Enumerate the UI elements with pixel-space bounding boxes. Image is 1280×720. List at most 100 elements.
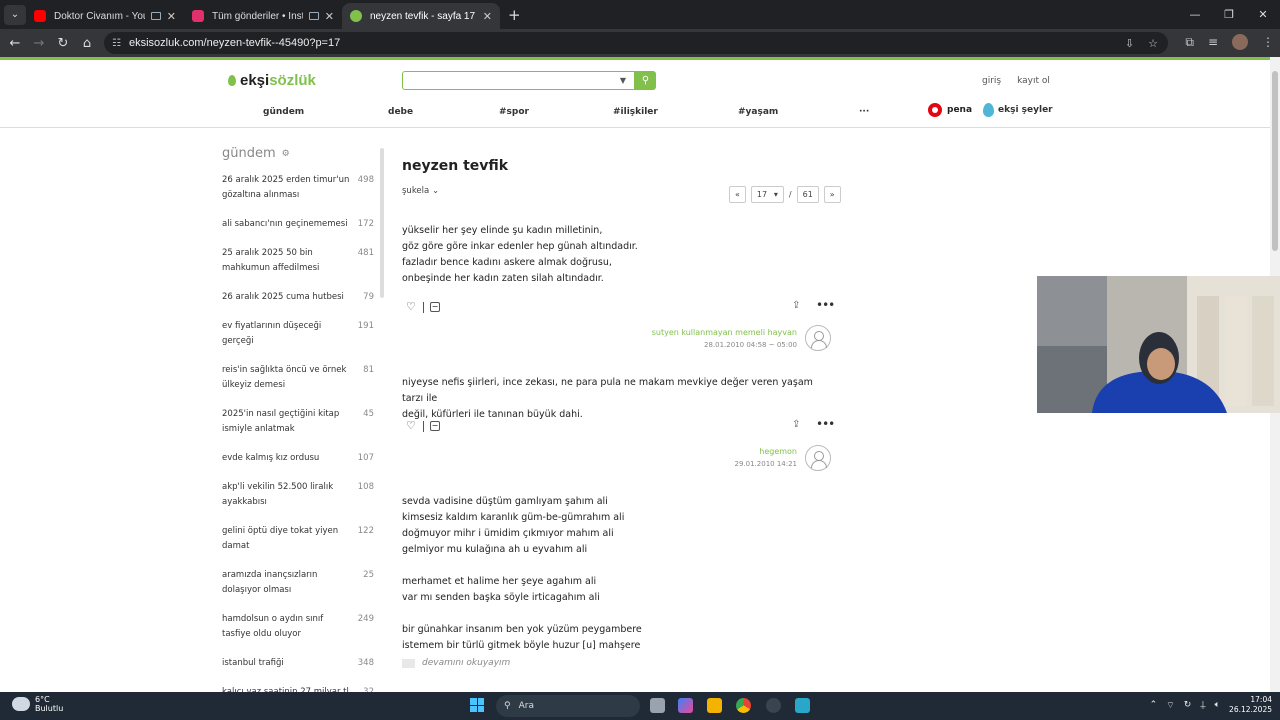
network-icon[interactable]: ⌔: [1166, 700, 1174, 711]
bookmark-star-icon[interactable]: ☆: [1148, 37, 1158, 50]
new-tab-button[interactable]: +: [508, 6, 521, 24]
nav-spor[interactable]: #spor: [499, 107, 529, 117]
entry-line: bir günahkar insanım ben yok yüzüm peyga…: [402, 624, 642, 635]
nav-more[interactable]: ···: [859, 107, 869, 117]
author-avatar[interactable]: [805, 325, 831, 351]
sort-label: şukela: [402, 186, 430, 196]
sidebar-topic-item[interactable]: hamdolsun o aydın sınıf tasfiye oldu olu…: [222, 612, 374, 642]
app-icon[interactable]: [766, 698, 781, 713]
tab-youtube[interactable]: Doktor Civanım - YouTube ✕: [26, 3, 184, 29]
taskbar-search[interactable]: ⚲ Ara: [496, 695, 640, 717]
site-logo[interactable]: ekşi sözlük: [228, 72, 316, 89]
close-window-button[interactable]: ✕: [1246, 0, 1280, 29]
author-avatar[interactable]: [805, 445, 831, 471]
home-button[interactable]: ⌂: [75, 36, 99, 51]
task-view-icon[interactable]: [650, 698, 665, 713]
instagram-icon: [192, 10, 204, 22]
close-icon[interactable]: ✕: [325, 10, 334, 23]
sidebar-topic-item[interactable]: 2025'in nasıl geçtiğini kitap ismiyle an…: [222, 407, 374, 437]
clock[interactable]: 17:04 26.12.2025: [1229, 695, 1272, 715]
entry-line: kimsesiz kaldım karanlık güm-be-gümrahım…: [402, 512, 625, 523]
nav-gundem[interactable]: gündem: [263, 107, 304, 117]
microphone-icon[interactable]: ⍊: [1200, 700, 1205, 710]
sidebar-topic-item[interactable]: 25 aralık 2025 50 bin mahkumun affedilme…: [222, 246, 374, 276]
sidebar-scrollbar[interactable]: [380, 148, 384, 298]
reload-button[interactable]: ↻: [51, 36, 75, 51]
sidebar-topic-item[interactable]: kalıcı yaz saatinin 27 milyar tl kazandı…: [222, 685, 374, 692]
reading-list-icon[interactable]: ≡: [1208, 35, 1218, 49]
nav-yasam[interactable]: #yaşam: [738, 107, 778, 117]
tab-eksisozluk[interactable]: neyzen tevfik - sayfa 17 - ekşi s ✕: [342, 3, 500, 29]
sidebar-topic-count: 249: [357, 614, 374, 624]
search-button[interactable]: ⚲: [635, 71, 656, 90]
chrome-icon[interactable]: [736, 698, 751, 713]
author-link[interactable]: sutyen kullanmayan memeli hayvan: [397, 328, 797, 337]
forward-button[interactable]: →: [27, 36, 51, 51]
install-app-icon[interactable]: ⇩: [1125, 37, 1134, 50]
sidebar-topic-item[interactable]: aramızda inançsızların dolaşıyor olması 2…: [222, 568, 374, 598]
extensions-icon[interactable]: ⧉: [1185, 35, 1194, 50]
sidebar-topic-item[interactable]: reis'in sağlıkta öncü ve örnek ülkeyiz d…: [222, 363, 374, 393]
register-link[interactable]: kayıt ol: [1017, 76, 1050, 86]
share-icon[interactable]: ⇪: [792, 300, 800, 311]
close-icon[interactable]: ✕: [483, 10, 492, 23]
copilot-icon[interactable]: [678, 698, 693, 713]
back-button[interactable]: ←: [3, 36, 27, 51]
minimize-button[interactable]: —: [1178, 0, 1212, 29]
logo-text-b: sözlük: [269, 72, 316, 89]
search-icon: ⚲: [641, 75, 650, 86]
restore-button[interactable]: ❐: [1212, 0, 1246, 29]
sync-icon[interactable]: ↻: [1184, 700, 1192, 710]
favorite-heart-icon[interactable]: ♡: [406, 419, 416, 432]
sidebar-topic-item[interactable]: 26 aralık 2025 erden timur'un gözaltına …: [222, 173, 374, 203]
profile-avatar[interactable]: [1232, 34, 1248, 50]
eksi-seyler-link[interactable]: ekşi şeyler: [983, 103, 1053, 117]
sidebar-topic-item[interactable]: 26 aralık 2025 cuma hutbesi 79: [222, 290, 374, 305]
dropdown-arrow-icon[interactable]: ▼: [620, 76, 626, 85]
downvote-icon[interactable]: −: [430, 421, 440, 431]
nav-iliskiler[interactable]: #ilişkiler: [613, 107, 658, 117]
tab-instagram[interactable]: Tüm gönderiler • Instagram ✕: [184, 3, 342, 29]
start-button[interactable]: [470, 698, 484, 712]
share-icon[interactable]: ⇪: [792, 419, 800, 430]
more-options-icon[interactable]: •••: [816, 417, 835, 431]
site-info-icon[interactable]: ☷: [112, 38, 121, 49]
sidebar-topic-item[interactable]: ev fiyatlarının düşeceği gerçeği 191: [222, 319, 374, 349]
pena-link[interactable]: pena: [928, 103, 972, 117]
author-link[interactable]: hegemon: [397, 447, 797, 456]
prev-page-button[interactable]: «: [729, 186, 746, 203]
sidebar-topic-item[interactable]: ali sabancı'nın geçinememesi 172: [222, 217, 374, 232]
file-explorer-icon[interactable]: [707, 698, 722, 713]
favorite-heart-icon[interactable]: ♡: [406, 300, 416, 313]
close-icon[interactable]: ✕: [167, 10, 176, 23]
topic-title[interactable]: neyzen tevfik: [402, 158, 832, 174]
entry-footer: ♡ − ⇪ •••: [402, 298, 835, 316]
login-link[interactable]: giriş: [982, 76, 1001, 86]
gear-icon[interactable]: ⚙: [282, 149, 290, 159]
sidebar-topic-item[interactable]: evde kalmış kız ordusu 107: [222, 451, 374, 466]
menu-icon[interactable]: ⋮: [1262, 35, 1274, 49]
sidebar-topic-item[interactable]: akp'li vekilin 52.500 liralık ayakkabısı…: [222, 480, 374, 510]
chevron-up-icon[interactable]: ⌃: [1150, 700, 1158, 710]
entry-date[interactable]: 29.01.2010 14:21: [397, 460, 797, 468]
last-page-button[interactable]: 61: [796, 186, 819, 203]
more-options-icon[interactable]: •••: [816, 298, 835, 312]
scrollbar-thumb[interactable]: [1272, 71, 1278, 251]
tab-search-button[interactable]: ⌄: [4, 4, 26, 25]
weather-widget[interactable]: 6°C Bulutlu: [12, 695, 63, 713]
notepad-icon[interactable]: [795, 698, 810, 713]
next-page-button[interactable]: »: [823, 186, 841, 203]
search-input[interactable]: ▼: [402, 71, 635, 90]
sidebar-topic-item[interactable]: istanbul trafiği 348: [222, 656, 374, 671]
sidebar-topic-label: ev fiyatlarının düşeceği gerçeği: [222, 321, 322, 346]
sidebar-topic-item[interactable]: gelini öptü diye tokat yiyen damat 122: [222, 524, 374, 554]
read-more-link[interactable]: devamını okuyayım: [402, 658, 510, 668]
nav-debe[interactable]: debe: [388, 107, 413, 117]
volume-icon[interactable]: 🔈︎: [1215, 700, 1220, 710]
page-select[interactable]: 17 ▾: [750, 186, 784, 203]
read-more-icon: [402, 658, 415, 668]
address-bar[interactable]: ☷ eksisozluk.com/neyzen-tevfik--45490?p=…: [104, 32, 1168, 54]
entry-line: var mı senden başka söyle irticagahım al…: [402, 592, 600, 603]
downvote-icon[interactable]: −: [430, 302, 440, 312]
entry-date[interactable]: 28.01.2010 04:58 ~ 05:00: [397, 341, 797, 349]
